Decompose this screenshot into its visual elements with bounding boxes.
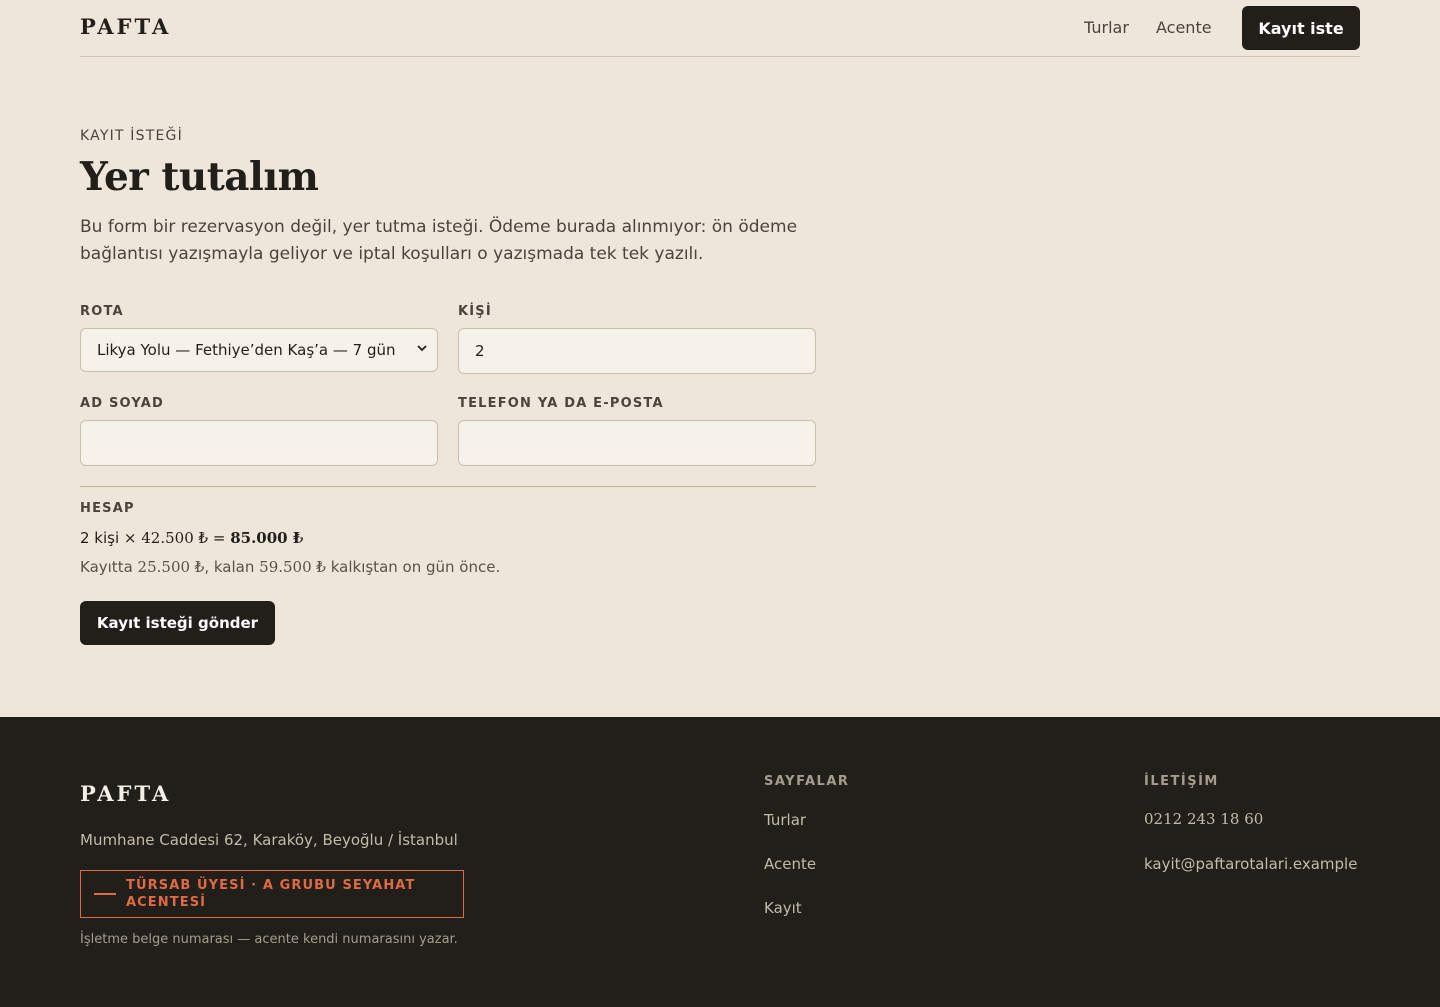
footer-link-turlar[interactable]: Turlar: [764, 811, 806, 829]
dash-icon: [94, 893, 116, 895]
chevron-down-icon: [417, 345, 427, 352]
equals-sign: =: [212, 529, 226, 547]
route-label: ROTA: [80, 304, 124, 319]
price-calculation: 2 kişi × 42.500 ₺ = 85.000 ₺: [80, 529, 303, 547]
summary-label: HESAP: [80, 501, 135, 516]
site-logo[interactable]: PAFTA: [80, 14, 171, 39]
note-prefix: Kayıtta: [80, 558, 133, 576]
section-eyebrow: KAYIT İSTEĞİ: [80, 128, 183, 144]
summary-divider: [80, 486, 816, 487]
badge-text: TÜRSAB ÜYESİ · A GRUBU SEYAHAT ACENTESİ: [126, 877, 415, 911]
submit-request-button[interactable]: Kayıt isteği gönder: [80, 601, 275, 645]
badge-line-1: TÜRSAB ÜYESİ · A GRUBU SEYAHAT: [126, 878, 416, 893]
note-suffix: kalkıştan on gün önce.: [330, 558, 501, 576]
intro-text: Bu form bir rezervasyon değil, yer tutma…: [80, 217, 798, 264]
people-input[interactable]: [458, 328, 816, 374]
contact-input[interactable]: [458, 420, 816, 466]
pages-heading: SAYFALAR: [764, 774, 850, 789]
footer-email[interactable]: kayit@paftarotalari.example: [1144, 855, 1357, 873]
contact-label: TELEFON YA DA E-POSTA: [458, 396, 664, 411]
route-selected-value: Likya Yolu — Fethiye’den Kaş’a — 7 gün: [97, 341, 396, 359]
site-header: PAFTA Turlar Acente Kayıt iste: [80, 0, 1360, 57]
note-middle: , kalan: [204, 558, 255, 576]
license-note: İşletme belge numarası — acente kendi nu…: [80, 932, 458, 947]
footer-phone[interactable]: 0212 243 18 60: [1144, 810, 1263, 828]
tursab-badge: TÜRSAB ÜYESİ · A GRUBU SEYAHAT ACENTESİ: [80, 870, 464, 918]
payment-note: Kayıtta 25.500 ₺, kalan 59.500 ₺ kalkışt…: [80, 558, 500, 576]
badge-line-2: ACENTESİ: [126, 895, 207, 910]
footer-logo[interactable]: PAFTA: [80, 781, 171, 806]
unit-price: 42.500 ₺: [141, 529, 209, 547]
deposit-amount: 25.500 ₺: [137, 558, 205, 576]
people-label: KİŞİ: [458, 304, 492, 319]
name-input[interactable]: [80, 420, 438, 466]
kayit-iste-button[interactable]: Kayıt iste: [1242, 6, 1360, 50]
footer-link-acente[interactable]: Acente: [764, 855, 816, 873]
footer-link-kayit[interactable]: Kayıt: [764, 899, 802, 917]
footer-address: Mumhane Caddesi 62, Karaköy, Beyoğlu / İ…: [80, 831, 458, 849]
page-title: Yer tutalım: [80, 154, 319, 200]
contact-heading: İLETİŞİM: [1144, 774, 1219, 789]
site-footer: PAFTA Mumhane Caddesi 62, Karaköy, Beyoğ…: [0, 717, 1440, 1007]
total-price: 85.000 ₺: [230, 529, 304, 547]
name-label: AD SOYAD: [80, 396, 164, 411]
people-count-text: 2 kişi ×: [80, 529, 137, 547]
remaining-amount: 59.500 ₺: [259, 558, 326, 576]
route-select[interactable]: Likya Yolu — Fethiye’den Kaş’a — 7 gün: [80, 328, 438, 372]
nav-link-acente[interactable]: Acente: [1156, 18, 1212, 37]
nav-link-turlar[interactable]: Turlar: [1084, 18, 1129, 37]
